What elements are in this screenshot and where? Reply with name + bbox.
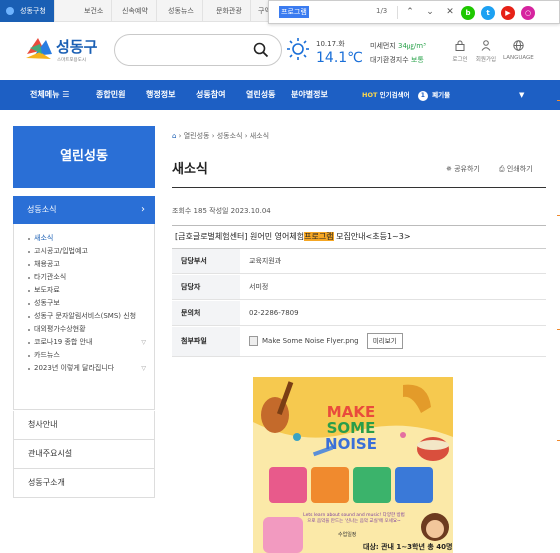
lock-icon <box>455 40 465 51</box>
submenu-item-cardnews[interactable]: 카드뉴스 <box>28 349 154 362</box>
drum-tile <box>311 467 349 503</box>
breadcrumb: ⌂ › 열린성동 › 성동소식 › 새소식 <box>172 132 270 140</box>
register-button[interactable]: 회원가입 <box>471 40 501 63</box>
info-row-contact: 문의처 02-2286-7809 <box>172 301 546 326</box>
breadcrumb-item[interactable]: 성동소식 <box>217 132 243 140</box>
tab-seongdong-office[interactable]: 성동구청 <box>0 0 55 22</box>
image-file-icon <box>249 336 258 346</box>
chevron-right-icon: › <box>141 204 145 215</box>
logo-text[interactable]: 성동구 <box>56 36 97 57</box>
submenu-item-awards[interactable]: 대외평가수상현황 <box>28 323 154 336</box>
info-row-manager: 담당자 서미정 <box>172 275 546 300</box>
home-icon <box>6 7 14 15</box>
divider <box>172 225 546 226</box>
twitter-icon[interactable]: t <box>481 6 495 20</box>
nav-open-seongdong[interactable]: 열린성동 <box>246 80 275 110</box>
seongdong-logo-icon[interactable] <box>24 34 54 62</box>
post-title: [금호글로벌체험센터] 원어민 영어체험프로그램 모집안내<초등1~3> <box>175 232 411 241</box>
find-next-icon[interactable]: ⌄ <box>423 5 437 19</box>
submenu-item-2023-changes[interactable]: 2023년 이렇게 달라집니다 ▽ <box>28 362 154 375</box>
sidebar-submenu: 새소식 고시공고/입법예고 채용공고 타기관소식 보도자료 성동구보 성동구 문… <box>13 224 155 410</box>
search-icon[interactable] <box>253 42 269 58</box>
search-input[interactable] <box>114 34 282 66</box>
hot-keywords-dropdown-icon[interactable]: ▼ <box>519 80 524 110</box>
tab-quick-reserve[interactable]: 신속예약 <box>114 0 157 22</box>
submenu-item-press[interactable]: 보도자료 <box>28 284 154 297</box>
info-row-department: 담당부서 교육지원과 <box>172 249 546 274</box>
print-button[interactable]: ⎙ 인쇄하기 <box>499 164 533 174</box>
speaker-tile <box>395 467 433 503</box>
nav-field-info[interactable]: 분야별정보 <box>291 80 328 110</box>
home-icon[interactable]: ⌂ <box>172 132 176 140</box>
info-row-attachment: 첨부파일 Make Some Noise Flyer.png 미리보기 <box>172 327 546 357</box>
hamburger-icon: ☰ <box>62 90 70 99</box>
submenu-item-district-bulletin[interactable]: 성동구보 <box>28 297 154 310</box>
tab-culture-tour[interactable]: 문화관광 <box>208 0 251 22</box>
youtube-icon[interactable]: ▶ <box>501 6 515 20</box>
flyer-target: 대상: 관내 1~3학년 총 40명 <box>363 543 453 551</box>
submenu-item-other-agencies[interactable]: 타기관소식 <box>28 271 154 284</box>
flyer-tagline: Lets learn about sound and music! 다양한 방법… <box>303 513 405 524</box>
sidebar-item-office-guide[interactable]: 청사안내 <box>13 411 155 440</box>
language-button[interactable]: LANGUAGE <box>503 40 534 61</box>
hot-keywords[interactable]: HOT 인기검색어 1 폐기물 <box>362 80 450 110</box>
sidebar-item-news[interactable]: 성동소식 › <box>13 196 155 224</box>
search-highlight: 프로그램 <box>304 232 334 241</box>
nav-admin-info[interactable]: 행정정보 <box>146 80 175 110</box>
tab-seongdong-news[interactable]: 성동뉴스 <box>160 0 203 22</box>
user-icon <box>481 40 491 51</box>
nav-participation[interactable]: 성동참여 <box>196 80 225 110</box>
all-menu-button[interactable]: 전체메뉴 ☰ <box>30 80 69 110</box>
find-input[interactable]: 프로그램 <box>279 6 309 18</box>
chevron-down-icon: ▽ <box>141 365 146 372</box>
weather-date: 10.17.화 <box>316 40 345 48</box>
sidebar-title: 열린성동 <box>13 126 155 188</box>
tab-health-center[interactable]: 보건소 <box>76 0 113 22</box>
submenu-item-sms[interactable]: 성동구 문자알림서비스(SMS) 신청 <box>28 310 148 323</box>
blog-icon[interactable]: b <box>461 6 475 20</box>
print-icon: ⎙ <box>499 165 505 173</box>
divider <box>172 187 546 188</box>
submenu-item-new-news[interactable]: 새소식 <box>28 232 154 245</box>
fine-dust: 미세먼지 34㎍/m³ <box>370 42 426 50</box>
air-quality-index: 대기환경지수 보통 <box>370 56 424 64</box>
breadcrumb-item[interactable]: 새소식 <box>250 132 269 140</box>
breadcrumb-item[interactable]: 열린성동 <box>184 132 210 140</box>
submenu-item-notices[interactable]: 고시공고/입법예고 <box>28 245 154 258</box>
sidebar-item-facilities[interactable]: 관내주요시설 <box>13 440 155 469</box>
page-title: 새소식 <box>172 162 208 177</box>
find-count: 1/3 <box>376 7 388 15</box>
preview-button[interactable]: 미리보기 <box>366 333 403 349</box>
sunny-icon <box>287 38 309 60</box>
submenu-item-recruitment[interactable]: 채용공고 <box>28 258 154 271</box>
find-previous-icon[interactable]: ⌃ <box>403 5 417 19</box>
logo-subtitle: 스마트포용도시 <box>57 58 86 63</box>
find-divider <box>397 6 398 19</box>
weather-temperature: 14.1℃ <box>316 50 363 66</box>
music-notes-tile <box>269 467 307 503</box>
flyer-image: MAKE SOME NOISE Lets learn about sound a… <box>253 377 453 553</box>
submenu-item-covid[interactable]: 코로나19 종합 안내 ▽ <box>28 336 154 349</box>
share-button[interactable]: ✵ 공유하기 <box>446 164 480 174</box>
attachment-link[interactable]: Make Some Noise Flyer.png <box>262 337 359 345</box>
flyer-title: MAKE SOME NOISE <box>325 403 377 453</box>
guitar-tile <box>353 467 391 503</box>
nav-civil-service[interactable]: 종합민원 <box>96 80 125 110</box>
chevron-down-icon: ▽ <box>141 339 146 346</box>
globe-icon <box>512 40 524 51</box>
instagram-icon[interactable]: ○ <box>521 6 535 20</box>
main-navigation: 전체메뉴 ☰ 종합민원 행정정보 성동참여 열린성동 분야별정보 HOT 인기검… <box>0 80 560 110</box>
sidebar-item-about[interactable]: 성동구소개 <box>13 469 155 498</box>
flyer-schedule-label: 수업일정 <box>338 532 357 538</box>
post-meta: 조회수 185 작성일 2023.10.04 <box>172 207 271 215</box>
find-close-icon[interactable]: ✕ <box>443 5 457 19</box>
find-bar: 프로그램 1/3 ⌃ ⌄ ✕ b t ▶ ○ <box>268 0 560 24</box>
share-icon: ✵ <box>446 165 452 173</box>
